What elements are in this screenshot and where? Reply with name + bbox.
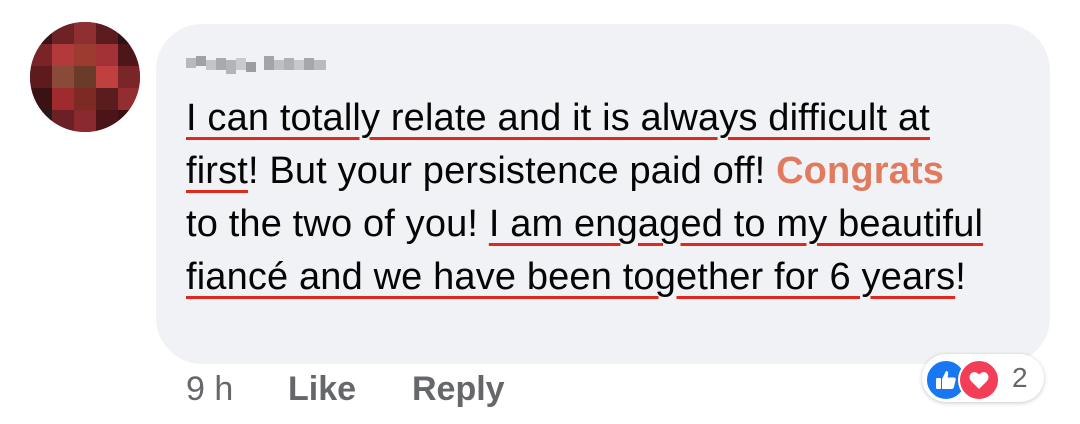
reactions-summary[interactable]: 2 [922, 354, 1044, 402]
comment-text-segment: ! But your persistence paid off! [247, 150, 777, 192]
heart-icon [958, 359, 1000, 401]
reply-button[interactable]: Reply [412, 370, 505, 409]
avatar[interactable] [30, 22, 140, 132]
blurred-name-image [186, 56, 326, 74]
author-name[interactable] [186, 48, 346, 82]
comment-text-segment: to the two of you! [186, 203, 489, 245]
avatar-image [30, 22, 140, 132]
like-button[interactable]: Like [288, 370, 356, 409]
reaction-count: 2 [1012, 362, 1028, 393]
congrats-tag: Congrats [776, 150, 945, 192]
highlighted-text: I can totally relate and it is always di… [186, 97, 930, 139]
timestamp[interactable]: 9 h [186, 370, 233, 409]
highlighted-text: first [186, 150, 248, 192]
comment-text: I can totally relate and it is always di… [186, 92, 1036, 304]
comment-text-segment: ! [955, 256, 966, 298]
